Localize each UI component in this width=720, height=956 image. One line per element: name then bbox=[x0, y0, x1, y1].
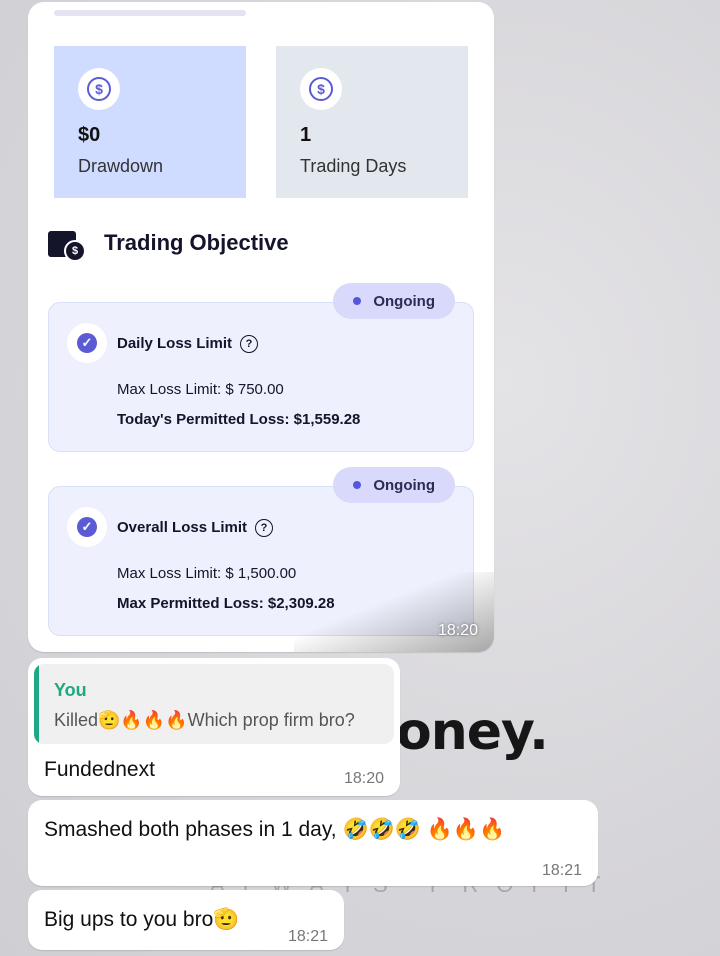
check-icon: ✓ bbox=[67, 507, 107, 547]
stat-card-drawdown: $ $0 Drawdown bbox=[54, 46, 246, 198]
stat-card-trading-days: $ 1 Trading Days bbox=[276, 46, 468, 198]
message-time: 18:21 bbox=[542, 862, 583, 879]
section-title: Trading Objective bbox=[104, 230, 289, 255]
objective-title: Overall Loss Limit? bbox=[117, 519, 274, 538]
message-text: Big ups to you bro🫡 bbox=[44, 908, 240, 931]
message-bubble[interactable]: Big ups to you bro🫡 18:21 bbox=[28, 890, 344, 950]
message-text: Smashed both phases in 1 day, 🤣🤣🤣 🔥🔥🔥 bbox=[44, 818, 506, 841]
wallpaper-logo-text: oney. bbox=[396, 702, 549, 762]
message-bubble[interactable]: Smashed both phases in 1 day, 🤣🤣🤣 🔥🔥🔥 18… bbox=[28, 800, 598, 886]
section-header: $ Trading Objective bbox=[48, 227, 289, 262]
check-icon: ✓ bbox=[67, 323, 107, 363]
message-time: 18:20 bbox=[437, 622, 478, 639]
objective-card-daily: Ongoing ✓ Daily Loss Limit? Max Loss Lim… bbox=[48, 283, 474, 452]
objective-line-1: Max Loss Limit: $ 1,500.00 bbox=[117, 565, 297, 582]
quote-accent-bar bbox=[34, 664, 39, 744]
timestamp-shade bbox=[294, 572, 494, 652]
quoted-text: Killed🫡🔥🔥🔥Which prop firm bro? bbox=[54, 710, 355, 730]
stat-label: Trading Days bbox=[300, 156, 407, 176]
calendar-dollar-icon: $ bbox=[48, 227, 86, 262]
stat-value: 1 bbox=[300, 124, 312, 146]
stat-label: Drawdown bbox=[78, 156, 164, 176]
help-icon: ? bbox=[255, 519, 274, 538]
cropped-top-bars bbox=[54, 10, 468, 18]
reply-message-bubble[interactable]: You Killed🫡🔥🔥🔥Which prop firm bro? Funde… bbox=[28, 658, 400, 796]
dollar-refresh-icon: $ bbox=[300, 68, 342, 110]
stat-value: $0 bbox=[78, 124, 101, 146]
message-time: 18:21 bbox=[288, 928, 329, 945]
message-time: 18:20 bbox=[344, 770, 385, 787]
objective-line-2: Today's Permitted Loss: $1,559.28 bbox=[117, 411, 361, 428]
quoted-author: You bbox=[54, 680, 87, 700]
status-badge: Ongoing bbox=[333, 283, 455, 319]
dollar-refresh-icon: $ bbox=[78, 68, 120, 110]
objective-title: Daily Loss Limit? bbox=[117, 335, 259, 354]
image-message-bubble[interactable]: $ $0 Drawdown $ 1 Trading Days $ Trading… bbox=[28, 2, 494, 652]
objective-line-1: Max Loss Limit: $ 750.00 bbox=[117, 381, 284, 398]
help-icon: ? bbox=[240, 335, 259, 354]
status-badge: Ongoing bbox=[333, 467, 455, 503]
quoted-message[interactable]: You Killed🫡🔥🔥🔥Which prop firm bro? bbox=[34, 664, 394, 744]
message-text: Fundednext bbox=[44, 758, 155, 781]
